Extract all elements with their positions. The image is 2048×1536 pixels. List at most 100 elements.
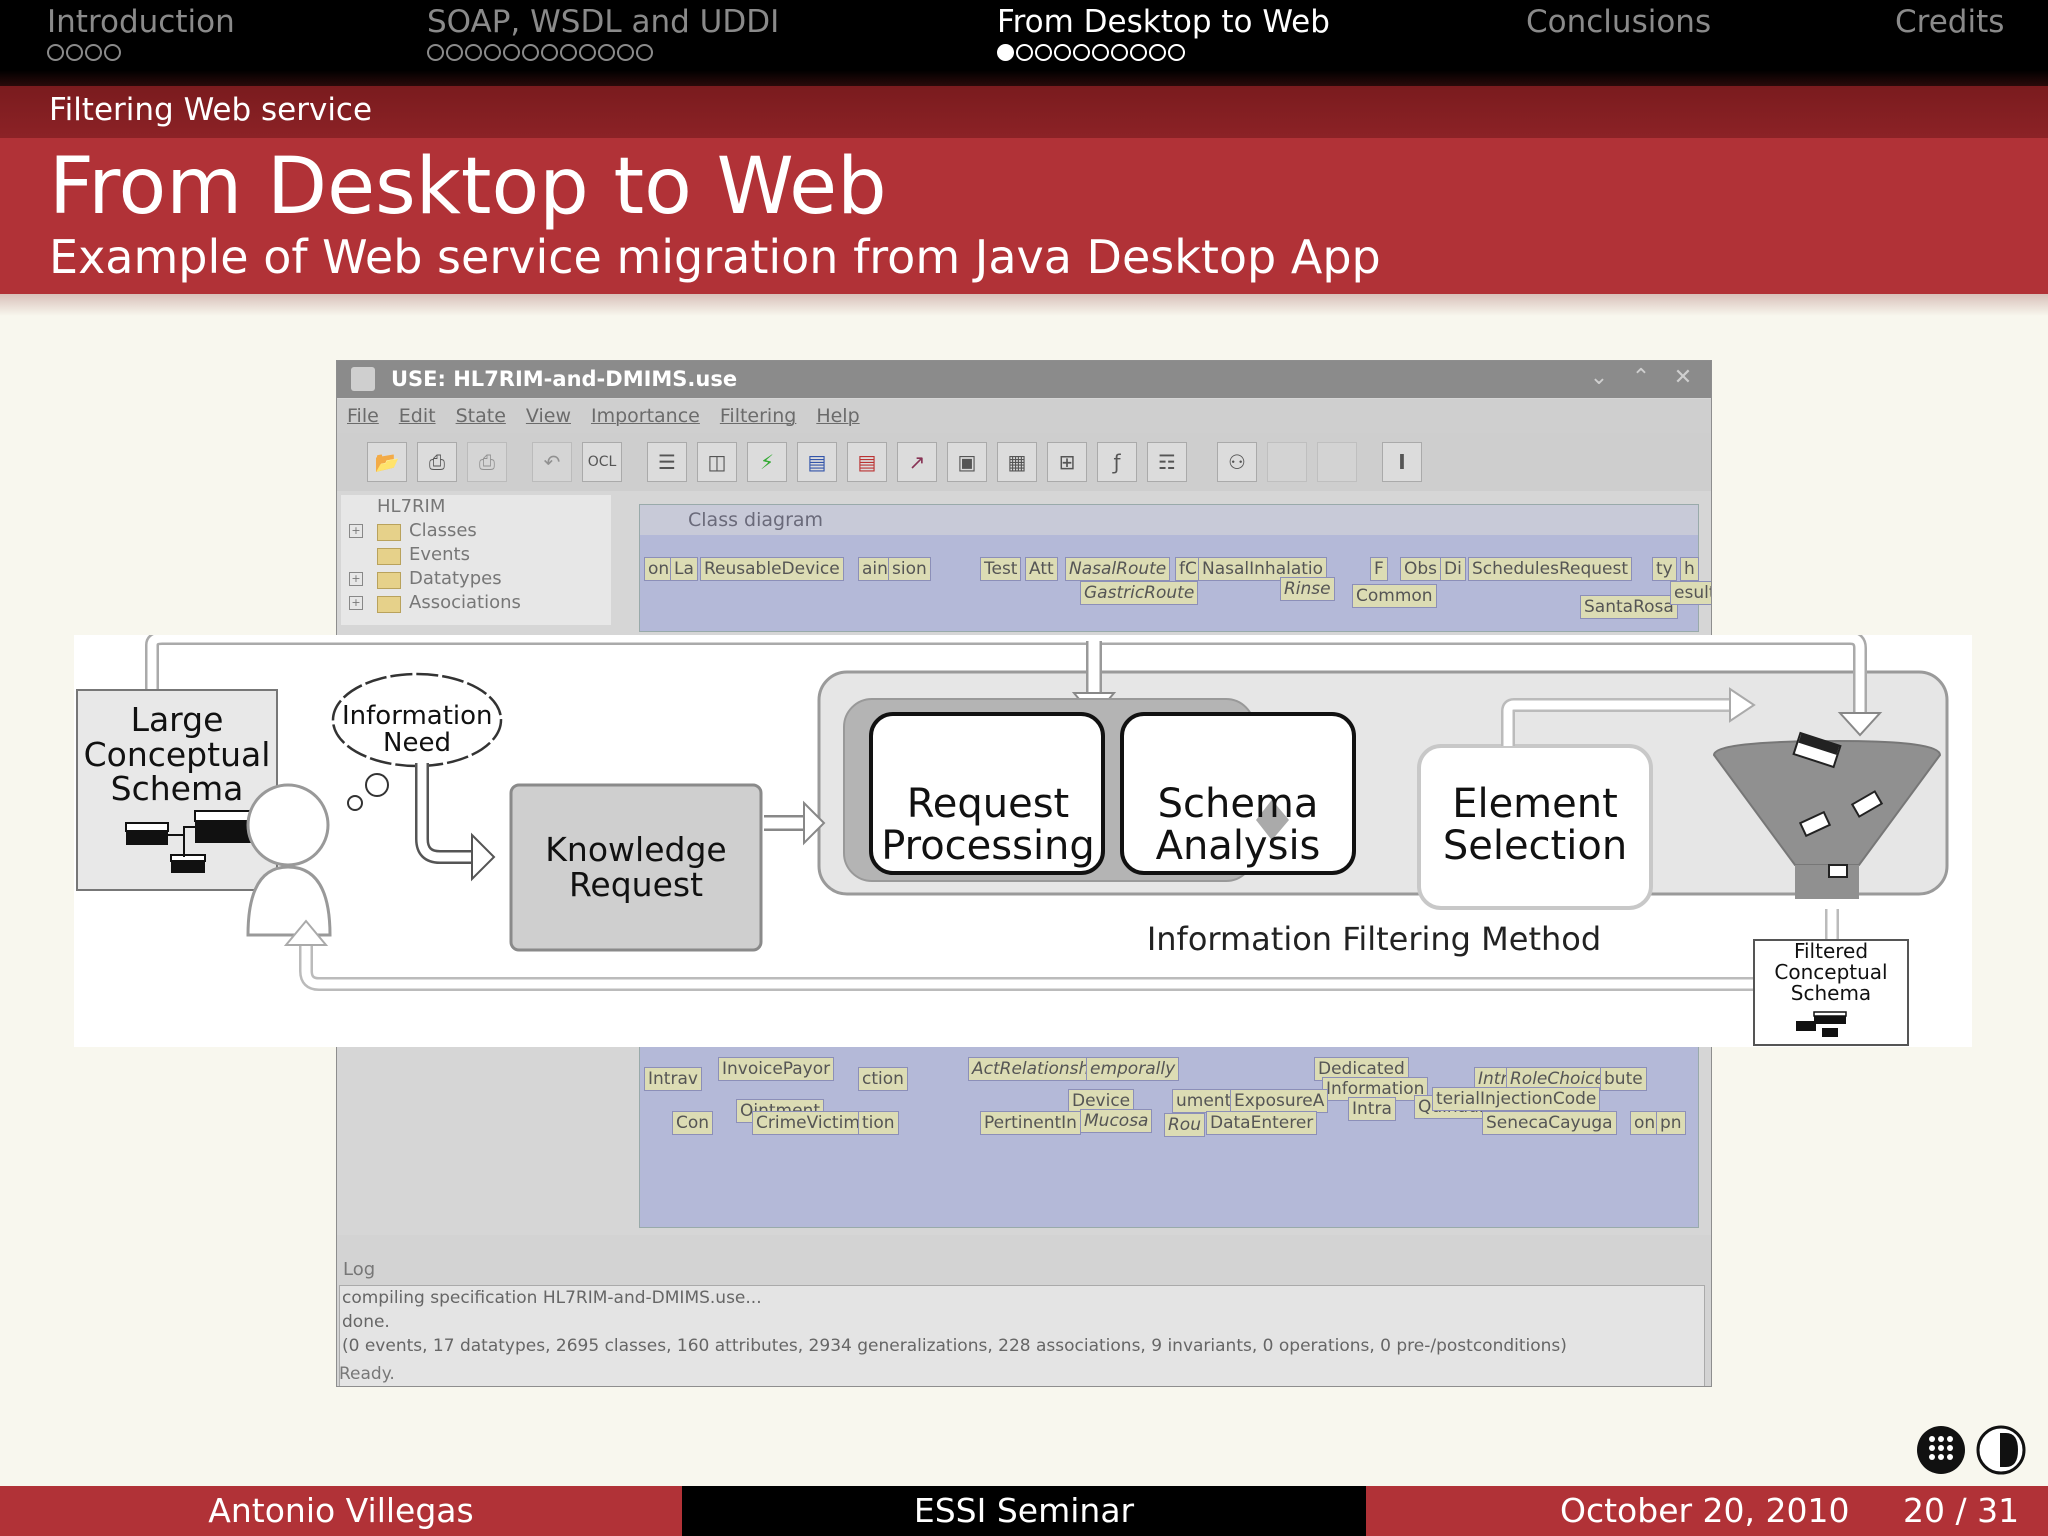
class-box[interactable]: NasalRoute [1065, 557, 1171, 581]
ocl-button[interactable]: OCL [582, 442, 622, 482]
nav-progress-dot[interactable] [560, 44, 577, 61]
nav-progress-dot[interactable] [427, 44, 444, 61]
class-box[interactable]: Att [1025, 557, 1058, 581]
nav-progress-dot[interactable] [85, 44, 102, 61]
class-box[interactable]: tion [858, 1111, 899, 1135]
class-box[interactable]: ExposureA [1230, 1089, 1329, 1113]
class-box[interactable]: h [1680, 557, 1699, 581]
class-box[interactable]: ty [1652, 557, 1677, 581]
expand-icon[interactable]: + [349, 524, 363, 538]
menu-view[interactable]: View [526, 399, 571, 433]
nav-progress-dot[interactable] [104, 44, 121, 61]
class-box[interactable]: terialInjectionCode [1432, 1087, 1601, 1111]
window-icon[interactable]: ▣ [947, 442, 987, 482]
class-box[interactable]: Con [672, 1111, 714, 1135]
class-box[interactable]: on [644, 557, 674, 581]
class-box[interactable]: Common [1352, 584, 1437, 608]
disabled-tool-icon-2[interactable] [1317, 442, 1357, 482]
bar-chart-red-icon[interactable]: ▤ [847, 442, 887, 482]
nav-progress-dot[interactable] [997, 44, 1014, 61]
class-diagram-panel-lower[interactable]: InvoicePayor ction ActRelationshipPosting e… [639, 1046, 1699, 1228]
object-diagram-icon[interactable]: ◫ [697, 442, 737, 482]
object-graph-icon[interactable]: ⊞ [1047, 442, 1087, 482]
tree-item-events[interactable]: Events [341, 543, 611, 567]
evaluate-icon[interactable]: ⚡ [747, 442, 787, 482]
nav-progress-dot[interactable] [617, 44, 634, 61]
nav-progress-dot[interactable] [1130, 44, 1147, 61]
nav-section-desktop-to-web[interactable]: From Desktop to Web [997, 4, 1330, 66]
class-box[interactable]: on [1630, 1111, 1660, 1135]
nav-progress-dot[interactable] [1168, 44, 1185, 61]
nav-section-conclusions[interactable]: Conclusions [1526, 4, 1711, 40]
maximize-icon[interactable]: ⌃ [1626, 365, 1656, 390]
minimize-icon[interactable]: ⌄ [1584, 365, 1614, 390]
filter-schema-icon[interactable]: ⚇ [1217, 442, 1257, 482]
class-box[interactable]: InvoicePayor [718, 1057, 835, 1081]
disabled-tool-icon[interactable] [1267, 442, 1307, 482]
class-box[interactable]: ain [858, 557, 892, 581]
nav-progress-dot[interactable] [1092, 44, 1109, 61]
class-box[interactable]: Obs [1400, 557, 1442, 581]
class-box[interactable]: bute [1600, 1067, 1647, 1091]
tree-item-datatypes[interactable]: + Datatypes [341, 567, 611, 591]
nav-progress-dot[interactable] [446, 44, 463, 61]
class-box[interactable]: La [670, 557, 698, 581]
expand-icon[interactable]: + [349, 572, 363, 586]
nav-progress-dot[interactable] [484, 44, 501, 61]
menu-file[interactable]: File [347, 399, 379, 433]
class-box[interactable]: DataEnterer [1206, 1111, 1318, 1135]
bar-chart-blue-icon[interactable]: ▤ [797, 442, 837, 482]
invariant-icon[interactable]: ☶ [1147, 442, 1187, 482]
nav-section-credits[interactable]: Credits [1895, 4, 2004, 40]
nav-progress-dot[interactable] [579, 44, 596, 61]
class-box[interactable]: PertinentIn [980, 1111, 1081, 1135]
class-box[interactable]: F [1370, 557, 1388, 581]
nav-progress-dot[interactable] [1054, 44, 1071, 61]
nav-progress-dot[interactable] [1073, 44, 1090, 61]
function-icon[interactable]: ƒ [1097, 442, 1137, 482]
menu-help[interactable]: Help [816, 399, 859, 433]
class-box[interactable]: ReusableDevice [700, 557, 844, 581]
nav-progress-dot[interactable] [541, 44, 558, 61]
class-box[interactable]: SchedulesRequest [1468, 557, 1633, 581]
print-icon[interactable]: ⎙ [417, 442, 457, 482]
nav-progress-dot[interactable] [66, 44, 83, 61]
tree-item-classes[interactable]: + Classes [341, 519, 611, 543]
class-box[interactable]: ction [858, 1067, 908, 1091]
tree-root[interactable]: HL7RIM [341, 495, 611, 519]
menu-filtering[interactable]: Filtering [720, 399, 796, 433]
nav-progress-dot[interactable] [1016, 44, 1033, 61]
class-box[interactable]: Di [1440, 557, 1466, 581]
undo-icon[interactable]: ↶ [532, 442, 572, 482]
class-box[interactable]: esult [1670, 581, 1711, 605]
menu-state[interactable]: State [456, 399, 506, 433]
class-box[interactable]: CrimeVictim [752, 1111, 864, 1135]
class-box[interactable]: pn [1656, 1111, 1686, 1135]
nav-section-introduction[interactable]: Introduction [47, 4, 235, 66]
nav-progress-dot[interactable] [636, 44, 653, 61]
nav-progress-dot[interactable] [1035, 44, 1052, 61]
class-box[interactable]: Intrav [644, 1067, 702, 1091]
menu-importance[interactable]: Importance [591, 399, 700, 433]
open-icon[interactable]: 📂 [367, 442, 407, 482]
nav-progress-dot[interactable] [465, 44, 482, 61]
class-box[interactable]: Mucosa [1080, 1109, 1153, 1133]
class-box[interactable]: Rinse [1280, 577, 1335, 601]
nav-progress-dot[interactable] [47, 44, 64, 61]
class-box[interactable]: Intra [1348, 1097, 1396, 1121]
print-preview-icon[interactable]: ⎙ [467, 442, 507, 482]
class-box[interactable]: fC [1175, 557, 1201, 581]
tree-item-associations[interactable]: + Associations [341, 591, 611, 615]
menu-edit[interactable]: Edit [399, 399, 436, 433]
class-box[interactable]: sion [888, 557, 931, 581]
nav-section-soap[interactable]: SOAP, WSDL and UDDI [427, 4, 779, 66]
expand-icon[interactable]: + [349, 596, 363, 610]
nav-progress-dot[interactable] [1111, 44, 1128, 61]
nav-progress-dot[interactable] [1149, 44, 1166, 61]
class-box[interactable]: emporally [1086, 1057, 1180, 1081]
close-icon[interactable]: ✕ [1668, 365, 1698, 390]
class-box[interactable]: Test [980, 557, 1022, 581]
class-info-icon[interactable]: ☰ [647, 442, 687, 482]
class-box[interactable]: SantaRosa [1580, 595, 1678, 619]
class-diagram-panel[interactable]: Class diagram on La ReusableDevice ain sion T… [639, 504, 1711, 632]
